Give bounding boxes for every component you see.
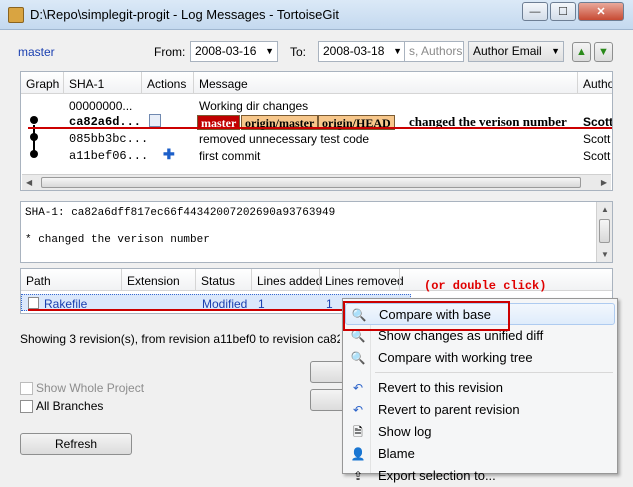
- all-branches-label: All Branches: [36, 399, 104, 413]
- log-list[interactable]: Graph SHA-1 Actions Message Autho 000000…: [20, 71, 613, 191]
- all-branches-option[interactable]: All Branches: [20, 399, 103, 413]
- magnifier-icon: 🔍: [350, 351, 366, 365]
- menu-item-revert-parent[interactable]: ↶ Revert to parent revision: [345, 399, 615, 421]
- sha-cell: 00000000...: [69, 99, 133, 113]
- title-bar: D:\Repo\simplegit-progit - Log Messages …: [0, 0, 633, 30]
- highlight-underline: [28, 127, 612, 129]
- to-date-field[interactable]: 2008-03-18 ▼: [318, 41, 406, 62]
- column-lines-added[interactable]: Lines added: [257, 274, 322, 288]
- sha-cell: 085bb3bc...: [69, 132, 149, 146]
- scroll-up-icon: ▲: [601, 205, 609, 214]
- author-cell: Scott C: [583, 132, 612, 146]
- column-sha1[interactable]: SHA-1: [69, 77, 104, 91]
- export-icon: ⇪: [352, 469, 364, 483]
- author-filter-value: Author Email: [473, 44, 542, 58]
- author-filter-select[interactable]: Author Email ▼: [468, 41, 564, 62]
- menu-item-label: Compare with working tree: [378, 350, 533, 365]
- all-branches-checkbox[interactable]: [20, 399, 33, 413]
- modified-action-icon: [149, 114, 161, 127]
- dropdown-arrow-icon: ▼: [265, 46, 274, 56]
- close-button[interactable]: ✕: [578, 2, 624, 21]
- graph-line: [33, 125, 35, 155]
- search-placeholder: s, Authors,: [409, 44, 464, 58]
- menu-item-compare-working-tree[interactable]: 🔍 Compare with working tree: [345, 347, 615, 369]
- revert-icon: ↶: [352, 381, 364, 395]
- scroll-thumb[interactable]: [41, 177, 581, 188]
- blame-icon: 👤: [350, 447, 366, 461]
- window-title: D:\Repo\simplegit-progit - Log Messages …: [30, 7, 339, 22]
- menu-item-label: Revert to this revision: [378, 380, 503, 395]
- column-graph[interactable]: Graph: [26, 77, 59, 91]
- from-date-value: 2008-03-16: [195, 44, 257, 58]
- author-cell: Scott C: [583, 149, 612, 163]
- down-arrow-icon: ▼: [598, 46, 609, 58]
- commit-message-pane[interactable]: SHA-1: ca82a6dff817ec66f44342007202690a9…: [20, 201, 613, 263]
- menu-item-show-log[interactable]: 🗎 Show log: [345, 421, 615, 443]
- column-lines-removed[interactable]: Lines removed: [325, 274, 404, 288]
- to-date-value: 2008-03-18: [323, 44, 385, 58]
- from-date-field[interactable]: 2008-03-16 ▼: [190, 41, 278, 62]
- menu-item-label: Revert to parent revision: [378, 402, 520, 417]
- to-label: To:: [290, 45, 307, 59]
- file-highlight-underline: [28, 309, 348, 311]
- minimize-button[interactable]: —: [522, 2, 548, 21]
- status-text: Showing 3 revision(s), from revision a11…: [20, 332, 340, 346]
- from-label: From:: [154, 45, 186, 59]
- scroll-thumb[interactable]: [599, 219, 610, 243]
- search-field[interactable]: s, Authors,: [404, 41, 464, 62]
- menu-item-export[interactable]: ⇪ Export selection to...: [345, 465, 615, 487]
- show-whole-project-label: Show Whole Project: [36, 381, 145, 395]
- maximize-button[interactable]: ☐: [550, 2, 576, 21]
- refresh-button-label: Refresh: [54, 437, 98, 451]
- scroll-left-icon: ◀: [26, 178, 33, 187]
- branch-link[interactable]: master: [18, 45, 55, 59]
- up-arrow-icon: ▲: [576, 46, 587, 58]
- message-cell: Working dir changes: [199, 99, 309, 113]
- message-line: * changed the verison number: [25, 234, 210, 246]
- show-whole-project-checkbox[interactable]: [20, 381, 33, 395]
- log-list-header: Graph SHA-1 Actions Message Autho: [21, 72, 612, 94]
- added-action-icon: ✚: [163, 146, 175, 162]
- detail-vertical-scrollbar[interactable]: ▲ ▼: [596, 202, 612, 262]
- previous-arrow-button[interactable]: ▲: [572, 42, 591, 62]
- log-horizontal-scrollbar[interactable]: ◀ ▶: [22, 174, 611, 190]
- scroll-down-icon: ▼: [601, 250, 609, 259]
- column-message[interactable]: Message: [199, 77, 248, 91]
- menu-item-label: Show log: [378, 424, 432, 439]
- double-click-annotation: (or double click): [424, 279, 547, 293]
- sha-cell: a11bef06...: [69, 149, 149, 163]
- column-author[interactable]: Autho: [583, 77, 612, 91]
- graph-node-icon: [30, 116, 38, 124]
- column-actions[interactable]: Actions: [147, 77, 186, 91]
- scroll-right-icon: ▶: [600, 178, 607, 187]
- sha-line: SHA-1: ca82a6dff817ec66f44342007202690a9…: [25, 207, 336, 219]
- message-cell: removed unnecessary test code: [199, 132, 370, 146]
- file-icon: [28, 297, 39, 309]
- next-arrow-button[interactable]: ▼: [594, 42, 613, 62]
- menu-item-revert-this[interactable]: ↶ Revert to this revision: [345, 377, 615, 399]
- menu-item-label: Blame: [378, 446, 415, 461]
- menu-item-label: Export selection to...: [378, 468, 496, 483]
- log-row[interactable]: 085bb3bc... removed unnecessary test cod…: [21, 130, 612, 147]
- revert-icon: ↶: [352, 403, 364, 417]
- column-path[interactable]: Path: [26, 274, 51, 288]
- refresh-button[interactable]: Refresh: [20, 433, 132, 455]
- column-extension[interactable]: Extension: [127, 274, 180, 288]
- show-whole-project-option[interactable]: Show Whole Project: [20, 381, 144, 395]
- message-cell: first commit: [199, 149, 261, 163]
- menu-separator: [375, 372, 613, 373]
- dropdown-arrow-icon: ▼: [393, 46, 402, 56]
- tortoisegit-app-icon: [8, 7, 24, 23]
- log-row[interactable]: a11bef06... ✚ first commit Scott C: [21, 146, 612, 164]
- column-status[interactable]: Status: [201, 274, 235, 288]
- log-icon: 🗎: [353, 425, 363, 439]
- dropdown-arrow-icon: ▼: [551, 46, 560, 56]
- compare-highlight-box: [343, 301, 510, 331]
- log-row[interactable]: 00000000... Working dir changes: [21, 97, 612, 114]
- menu-item-blame[interactable]: 👤 Blame: [345, 443, 615, 465]
